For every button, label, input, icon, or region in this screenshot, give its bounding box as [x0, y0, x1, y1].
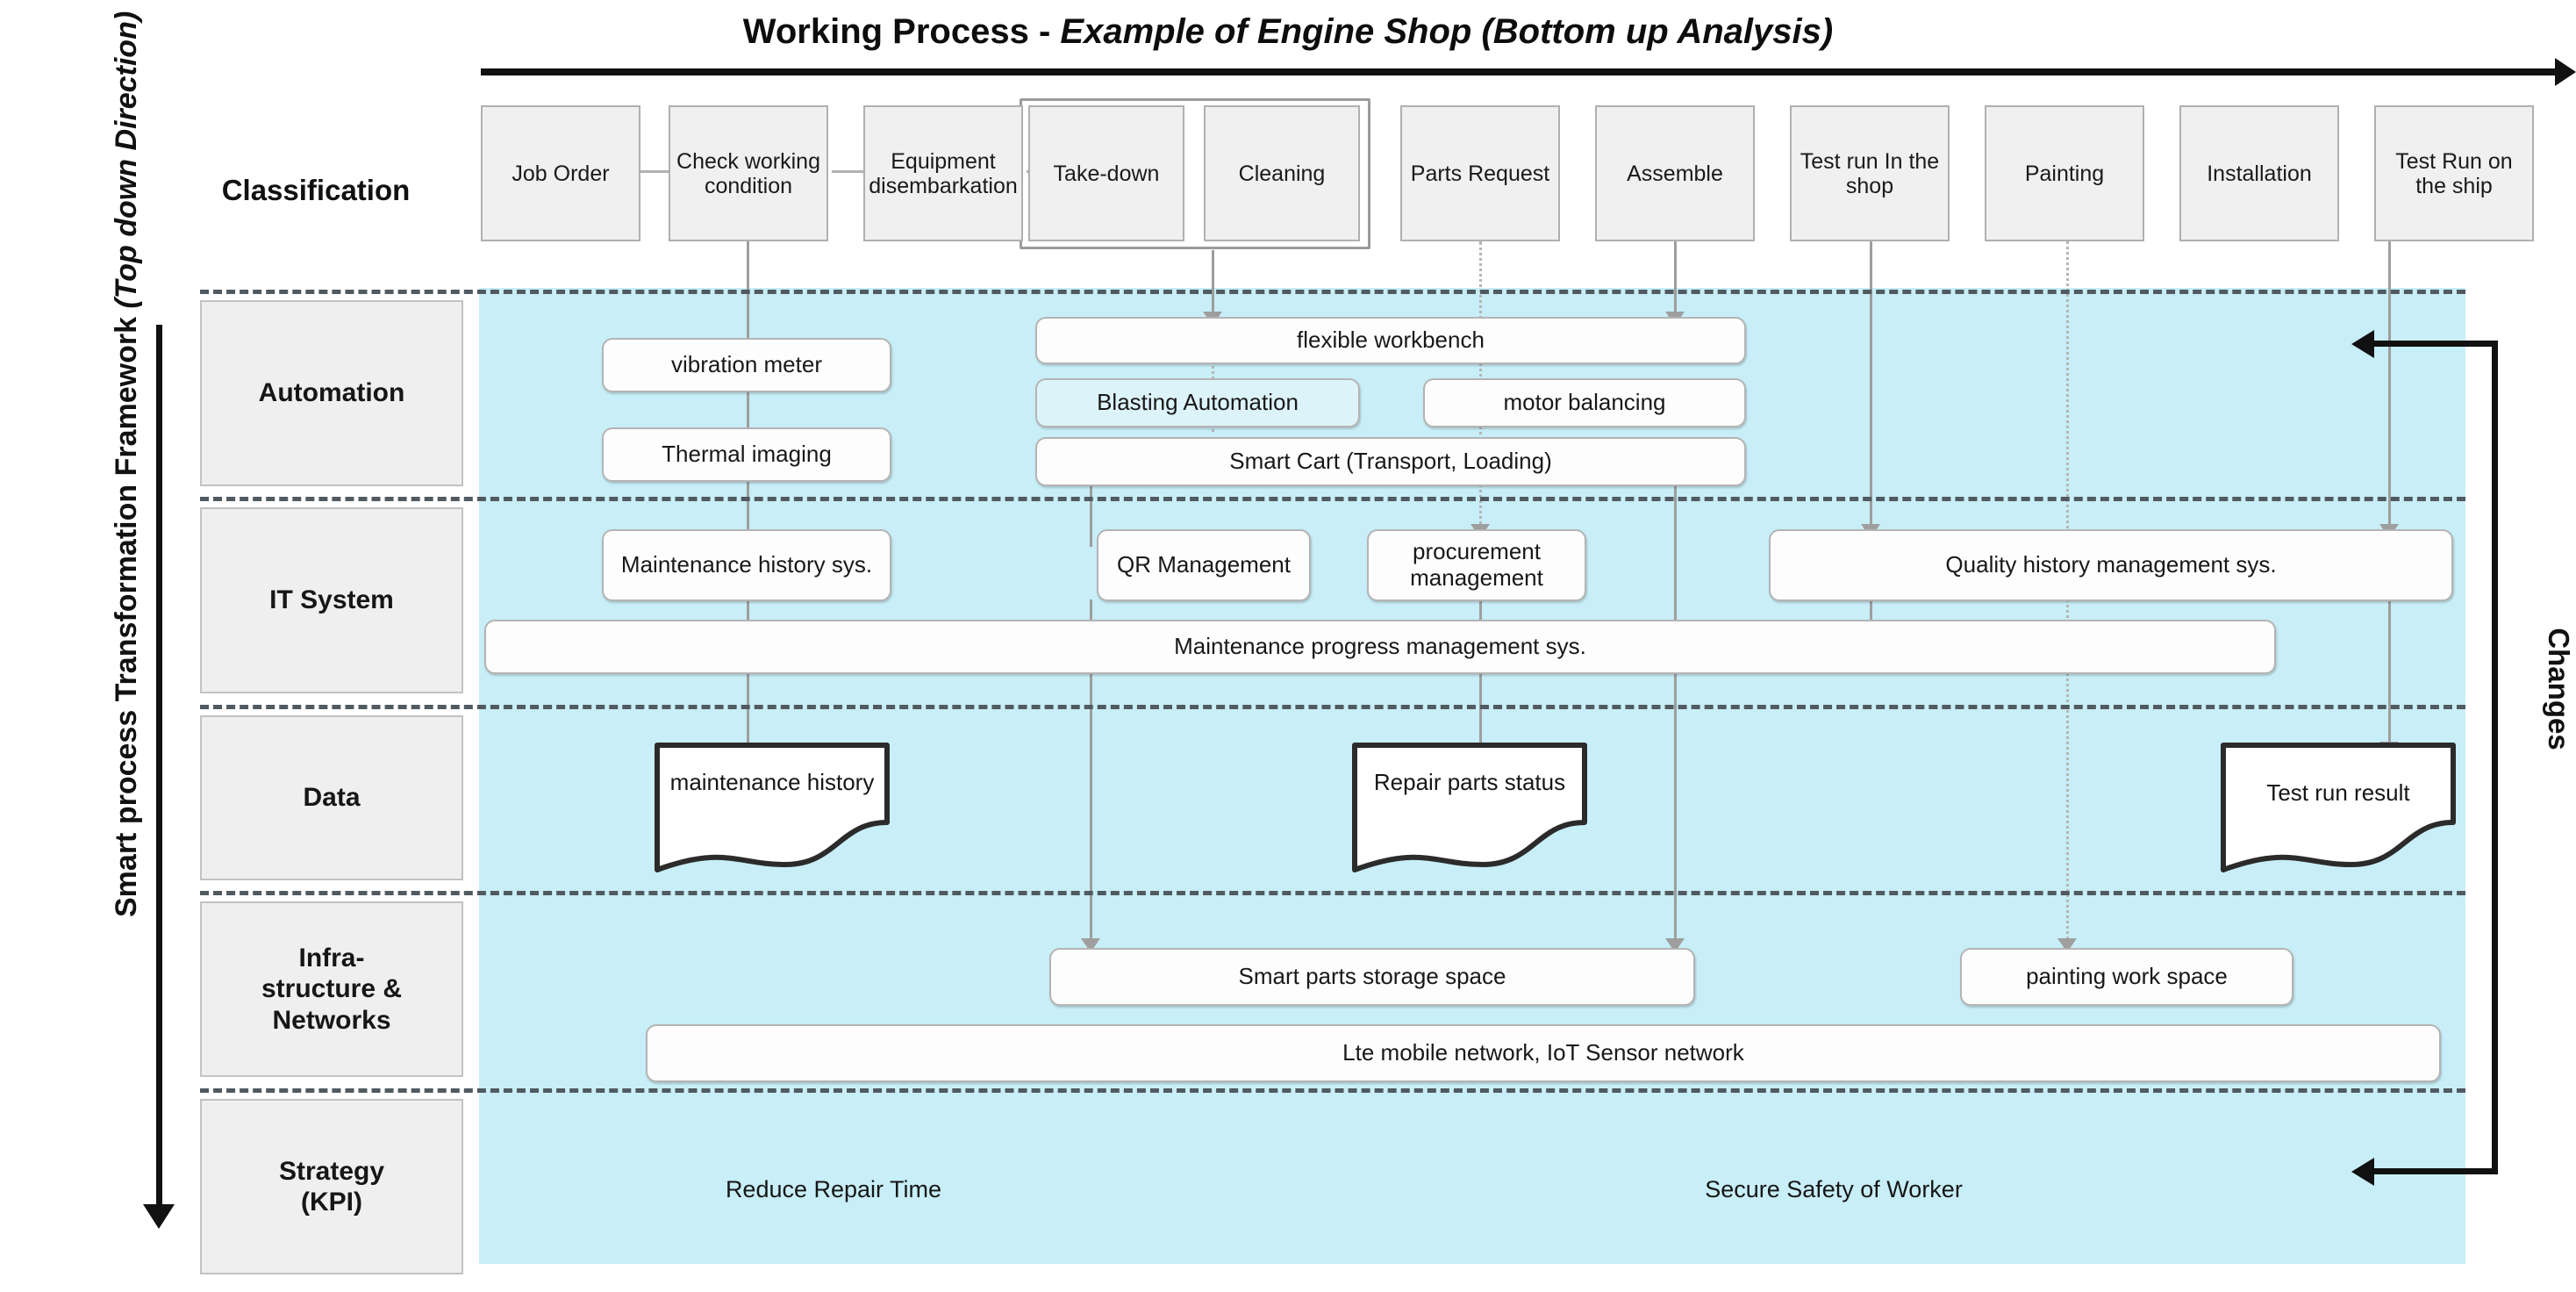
connector-line [1479, 671, 1482, 749]
connector-line [1674, 241, 1677, 317]
row-label-strategy: Strategy (KPI) [200, 1099, 463, 1274]
diagram-canvas: Working Process - Example of Engine Shop… [0, 0, 2576, 1292]
working-process-axis-arrow [481, 68, 2562, 75]
process-connector [832, 170, 867, 173]
classification-label: Classification [221, 174, 411, 206]
process-step-equipment-disembarkation[interactable]: Equipment disembarkation [863, 105, 1023, 241]
row-separator [200, 497, 2465, 501]
changes-arrow-head-bottom-icon [2351, 1158, 2374, 1186]
title-subtitle: Example of Engine Shop (Bottom up Analys… [1060, 12, 1834, 51]
row-separator [200, 290, 2465, 294]
connector-line [1090, 671, 1092, 952]
changes-bracket-top [2369, 341, 2498, 347]
changes-bracket-bottom [2369, 1168, 2498, 1174]
document-shape-icon [655, 743, 890, 872]
framework-axis-label-line1: Smart process Transformation Framework [110, 316, 143, 917]
row-label-automation: Automation [200, 300, 463, 486]
automation-item-blasting-automation[interactable]: Blasting Automation [1035, 378, 1360, 427]
data-item-label: maintenance history [669, 769, 875, 795]
process-step-test-run-in-the-shop[interactable]: Test run In the shop [1790, 105, 1950, 241]
data-item-maintenance-history[interactable]: maintenance history [654, 742, 891, 875]
process-step-check-working-condition[interactable]: Check working condition [669, 105, 828, 241]
process-step-painting[interactable]: Painting [1985, 105, 2144, 241]
infrastructure-item-lte-iot-network[interactable]: Lte mobile network, IoT Sensor network [646, 1024, 2441, 1082]
changes-bracket-vertical [2492, 341, 2498, 1174]
framework-axis-label-line2: (Top down Direction) [110, 11, 143, 309]
connector-line [747, 392, 749, 427]
changes-label: Changes [2543, 628, 2575, 750]
infrastructure-item-smart-parts-storage-space[interactable]: Smart parts storage space [1049, 948, 1695, 1006]
process-step-assemble[interactable]: Assemble [1595, 105, 1755, 241]
document-shape-icon [1352, 743, 1587, 872]
framework-axis-label: Smart process Transformation Framework (… [110, 11, 171, 917]
data-item-label: Test run result [2266, 779, 2410, 806]
row-separator [200, 1088, 2465, 1093]
changes-arrow-head-top-icon [2351, 330, 2374, 358]
connector-line [1212, 250, 1214, 317]
row-label-infrastructure: Infra- structure & Networks [200, 901, 463, 1077]
connector-line [747, 671, 749, 749]
it-system-item-quality-history-management-sys[interactable]: Quality history management sys. [1769, 529, 2453, 601]
process-step-test-run-on-the-ship[interactable]: Test Run on the ship [2374, 105, 2534, 241]
connector-line [1870, 599, 1872, 621]
diagram-title: Working Process - Example of Engine Shop… [0, 12, 2576, 52]
connector-line [1090, 599, 1092, 621]
strategy-item-reduce-repair-time: Reduce Repair Time [725, 1176, 942, 1202]
framework-direction-arrow-head-icon [143, 1204, 175, 1229]
process-step-job-order[interactable]: Job Order [481, 105, 640, 241]
row-separator [200, 705, 2465, 709]
row-label-it-system: IT System [200, 507, 463, 693]
connector-line [1090, 481, 1092, 547]
data-item-label: Repair parts status [1373, 769, 1566, 795]
automation-item-vibration-meter[interactable]: vibration meter [602, 338, 891, 392]
connector-line [1479, 599, 1482, 621]
infrastructure-item-painting-work-space[interactable]: painting work space [1960, 948, 2293, 1006]
row-separator [200, 891, 2465, 895]
strategy-item-secure-safety-of-worker: Secure Safety of Worker [1705, 1176, 1963, 1202]
it-system-item-procurement-management[interactable]: procurement management [1367, 529, 1586, 601]
process-step-take-down[interactable]: Take-down [1028, 105, 1184, 241]
connector-line [747, 599, 749, 621]
process-connector [637, 170, 672, 173]
process-step-cleaning[interactable]: Cleaning [1204, 105, 1360, 241]
title-dash: - [1028, 12, 1061, 51]
automation-item-flexible-workbench[interactable]: flexible workbench [1035, 317, 1746, 364]
process-step-parts-request[interactable]: Parts Request [1400, 105, 1560, 241]
connector-line [2388, 599, 2391, 747]
it-system-item-maintenance-history-sys[interactable]: Maintenance history sys. [602, 529, 891, 601]
process-step-installation[interactable]: Installation [2179, 105, 2339, 241]
connector-line [747, 482, 749, 536]
automation-item-smart-cart[interactable]: Smart Cart (Transport, Loading) [1035, 437, 1746, 486]
row-label-data: Data [200, 715, 463, 880]
working-process-arrow-head-icon [2555, 58, 2576, 86]
automation-item-thermal-imaging[interactable]: Thermal imaging [602, 427, 891, 482]
automation-item-motor-balancing[interactable]: motor balancing [1423, 378, 1746, 427]
it-system-item-qr-management[interactable]: QR Management [1097, 529, 1311, 601]
connector-line [1674, 481, 1677, 952]
data-item-repair-parts-status[interactable]: Repair parts status [1351, 742, 1588, 875]
data-item-test-run-result[interactable]: Test run result [2220, 742, 2457, 875]
document-shape-icon [2221, 743, 2456, 872]
title-main: Working Process [742, 12, 1029, 51]
it-system-item-maintenance-progress-management-sys[interactable]: Maintenance progress management sys. [484, 620, 2276, 674]
